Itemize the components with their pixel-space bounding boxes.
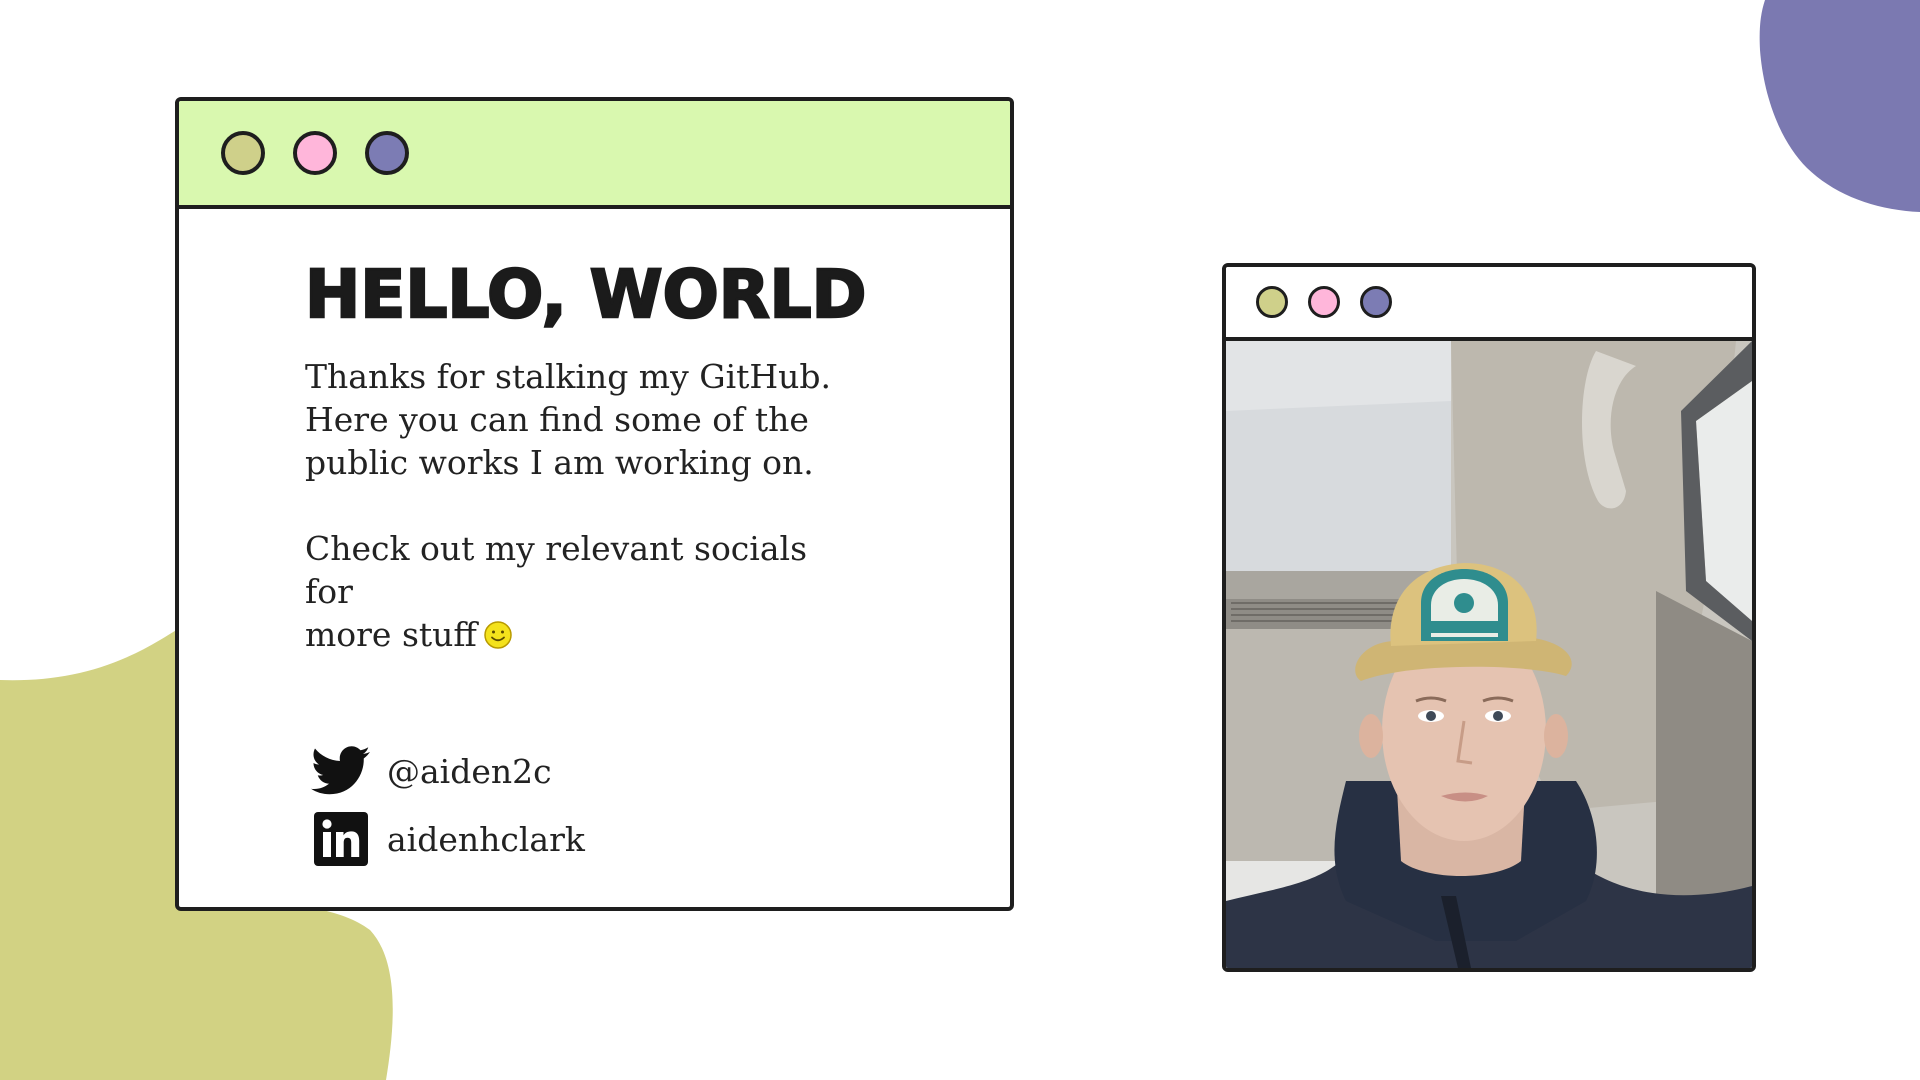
social-links: @aiden2c aidenhclark [305, 742, 1010, 868]
window-dot-pink [1308, 286, 1340, 318]
page-title: HELLO, WORLD [304, 255, 868, 334]
intro-line: Thanks for stalking my GitHub. [305, 357, 832, 396]
socials-line: Check out my relevant socials for [305, 529, 808, 611]
socials-line: more stuff [305, 615, 477, 654]
intro-paragraph: Thanks for stalking my GitHub. Here you … [305, 355, 865, 484]
linkedin-handle[interactable]: aidenhclark [387, 820, 585, 859]
profile-photo [1226, 341, 1752, 968]
smiley-face-icon [483, 617, 513, 660]
social-link-linkedin[interactable]: aidenhclark [305, 810, 1010, 868]
photo-window [1222, 263, 1756, 972]
photo-window-titlebar [1226, 267, 1752, 341]
intro-line: public works I am working on. [305, 443, 814, 482]
window-dot-olive [1256, 286, 1288, 318]
intro-window: HELLO, WORLD Thanks for stalking my GitH… [175, 97, 1014, 911]
intro-line: Here you can find some of the [305, 400, 809, 439]
twitter-handle[interactable]: @aiden2c [387, 752, 552, 791]
window-dot-pink [293, 131, 337, 175]
socials-paragraph: Check out my relevant socials for more s… [305, 527, 865, 660]
window-dot-purple [365, 131, 409, 175]
twitter-bird-icon [311, 742, 371, 800]
window-dot-olive [221, 131, 265, 175]
purple-blob-decoration [1755, 0, 1920, 215]
window-dot-purple [1360, 286, 1392, 318]
linkedin-icon [311, 810, 371, 868]
intro-content: HELLO, WORLD Thanks for stalking my GitH… [179, 209, 1010, 868]
social-link-twitter[interactable]: @aiden2c [305, 742, 1010, 800]
intro-window-titlebar [179, 101, 1010, 209]
